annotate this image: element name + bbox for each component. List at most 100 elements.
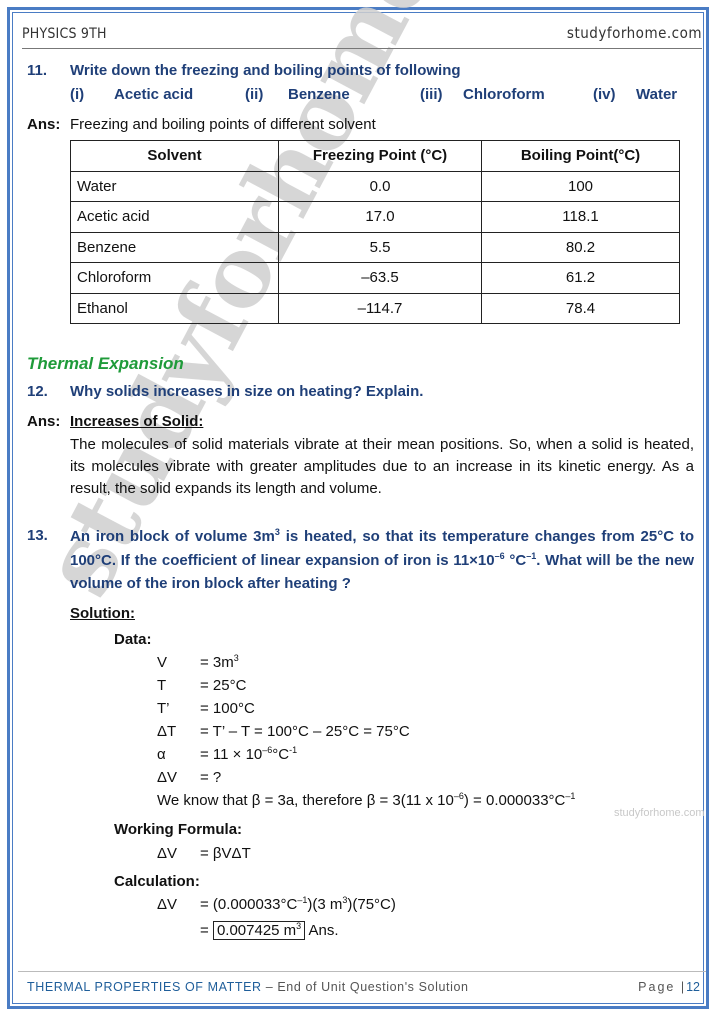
calc-value: = (0.000033°C–1)(3 m3)(75°C)	[200, 895, 396, 914]
page-footer: THERMAL PROPERTIES OF MATTER – End of Un…	[18, 971, 706, 1002]
table-row: Chloroform –63.5 61.2	[70, 262, 680, 294]
data-symbol: T	[157, 677, 167, 694]
table-row: Acetic acid 17.0 118.1	[70, 201, 680, 233]
superscript: –1	[297, 895, 308, 905]
option-number: (iv)	[593, 86, 616, 103]
page-number: 12	[686, 980, 700, 994]
data-symbol: T’	[157, 700, 170, 717]
value-text: = 3m	[200, 654, 234, 671]
value-text: = 11 × 10	[200, 746, 263, 763]
table-cell: –63.5	[278, 262, 482, 294]
answer-text: Freezing and boiling points of different…	[70, 116, 376, 133]
data-symbol: ΔV	[157, 769, 178, 786]
option-number: (i)	[70, 86, 85, 103]
ans-suffix: Ans.	[308, 922, 339, 939]
data-value: = ?	[200, 769, 222, 786]
note-text: ) = 0.000033°C	[463, 792, 566, 809]
table-row: Ethanol –114.7 78.4	[70, 292, 680, 324]
header-site[interactable]: studyforhome.com	[567, 24, 702, 42]
value-text: °C	[272, 746, 290, 763]
data-label: Data:	[114, 631, 152, 648]
table-cell: Water	[70, 170, 279, 202]
superscript: –6	[453, 791, 464, 801]
question-text-part: An iron block of volume 3m	[70, 528, 275, 545]
beta-note: We know that β = 3a, therefore β = 3(11 …	[157, 791, 576, 810]
question-text: Why solids increases in size on heating?…	[70, 383, 424, 400]
question-number: 11.	[27, 62, 48, 79]
superscript: –1	[565, 791, 576, 801]
calc-text: = (0.000033°C	[200, 896, 298, 913]
calc-text: )(3 m	[307, 896, 343, 913]
superscript: –6	[494, 550, 505, 561]
table-row: Benzene 5.5 80.2	[70, 231, 680, 263]
calc-text: )(75°C)	[347, 896, 396, 913]
question-number: 13.	[27, 527, 48, 544]
table-cell: 5.5	[278, 231, 482, 263]
calculation-label: Calculation:	[114, 873, 200, 890]
formula-symbol: ΔV	[157, 845, 178, 862]
option-number: (ii)	[245, 86, 264, 103]
calc-symbol: ΔV	[157, 896, 178, 913]
table-cell: 78.4	[481, 292, 680, 324]
data-value: = 25°C	[200, 677, 247, 694]
table-cell: –114.7	[278, 292, 482, 324]
data-symbol: ΔT	[157, 723, 177, 740]
final-answer: 0.007425 m	[216, 922, 297, 939]
question-text: Write down the freezing and boiling poin…	[70, 62, 461, 79]
header-subject: PHYSICS 9TH	[22, 26, 107, 42]
table-cell: 61.2	[481, 262, 680, 294]
data-value: = T’ – T = 100°C – 25°C = 75°C	[200, 723, 410, 740]
question-number: 12.	[27, 383, 48, 400]
formula-value: = βVΔT	[200, 845, 251, 862]
data-symbol: α	[157, 746, 166, 763]
option-label: Acetic acid	[114, 86, 194, 103]
column-header: Solvent	[70, 140, 279, 172]
option-label: Water	[636, 86, 678, 103]
small-watermark: studyforhome.com	[614, 807, 705, 819]
table-cell: 118.1	[481, 201, 680, 233]
data-symbol: V	[157, 654, 168, 671]
section-title: Thermal Expansion	[27, 354, 184, 373]
column-header: Freezing Point (°C)	[278, 140, 482, 172]
chapter-name: THERMAL PROPERTIES OF MATTER	[27, 980, 262, 994]
page-indicator: Page |12	[638, 980, 700, 994]
working-formula-label: Working Formula:	[114, 821, 243, 838]
table-row: Water 0.0 100	[70, 170, 680, 202]
answer-label: Ans:	[27, 413, 61, 430]
note-text: We know that β = 3a, therefore β = 3(11 …	[157, 792, 454, 809]
question-text-part: °C	[504, 551, 527, 569]
table-header-row: Solvent Freezing Point (°C) Boiling Poin…	[70, 140, 680, 172]
table-cell: 100	[481, 170, 680, 202]
final-answer-box: 0.007425 m3	[212, 921, 306, 940]
question-13-text: An iron block of volume 3m3 is heated, s…	[70, 525, 694, 596]
table-cell: 80.2	[481, 231, 680, 263]
superscript: –6	[262, 745, 273, 755]
solution-label: Solution:	[70, 605, 135, 622]
superscript: 3	[233, 653, 239, 663]
table-cell: 17.0	[278, 201, 482, 233]
footer-subtitle: – End of Unit Question's Solution	[261, 980, 469, 994]
solvent-table: Solvent Freezing Point (°C) Boiling Poin…	[70, 140, 680, 324]
superscript: –1	[526, 550, 537, 561]
footer-title: THERMAL PROPERTIES OF MATTER – End of Un…	[27, 980, 469, 994]
table-cell: 0.0	[278, 170, 482, 202]
answer-heading: Increases of Solid:	[70, 413, 204, 430]
answer-paragraph: The molecules of solid materials vibrate…	[70, 436, 694, 497]
data-value: = 100°C	[200, 700, 255, 717]
table-cell: Ethanol	[70, 292, 279, 324]
data-value: = 11 × 10–6°C-1	[200, 745, 298, 764]
answer-value: = 0.007425 m3 Ans.	[200, 921, 339, 940]
option-label: Benzene	[288, 86, 350, 103]
option-label: Chloroform	[463, 86, 545, 103]
equals-sign: =	[200, 922, 209, 939]
page-label: Page	[638, 980, 681, 994]
table-cell: Acetic acid	[70, 201, 279, 233]
data-value: = 3m3	[200, 653, 239, 672]
column-header: Boiling Point(°C)	[481, 140, 680, 172]
superscript: -1	[289, 745, 298, 755]
option-number: (iii)	[420, 86, 443, 103]
answer-label: Ans:	[27, 116, 61, 133]
superscript: 3	[296, 921, 302, 931]
table-cell: Chloroform	[70, 262, 279, 294]
page-header: PHYSICS 9TH studyforhome.com	[22, 22, 702, 49]
